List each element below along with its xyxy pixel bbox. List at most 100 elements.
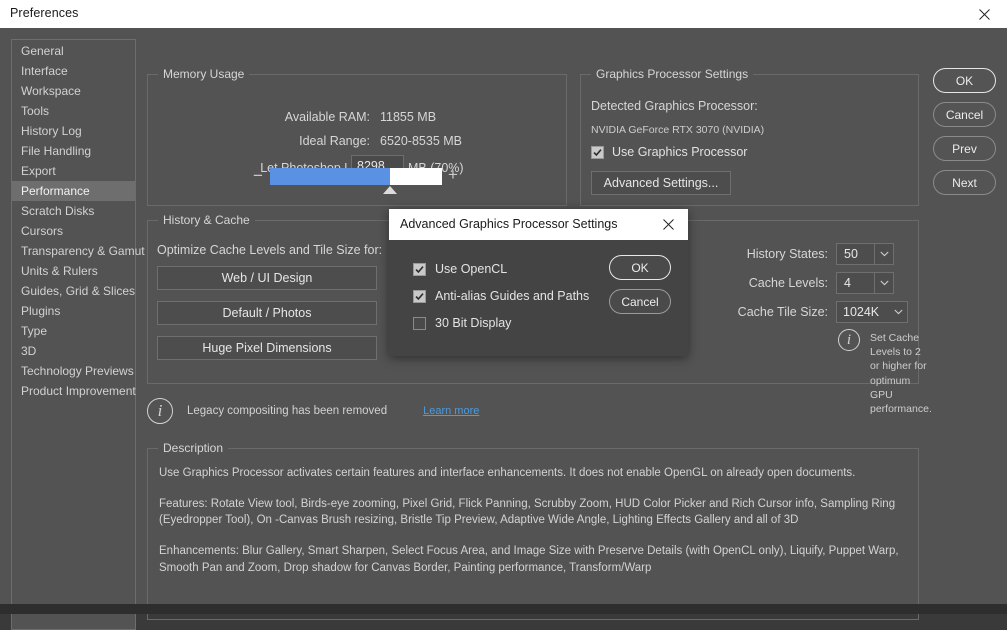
- description-group: Description Use Graphics Processor activ…: [147, 441, 919, 620]
- chevron-down-icon: [874, 244, 893, 264]
- learn-more-link[interactable]: Learn more: [423, 405, 479, 417]
- advanced-graphics-processor-settings-dialog: Advanced Graphics Processor Settings Use…: [389, 209, 688, 356]
- sidebar-item-label: Scratch Disks: [21, 204, 95, 218]
- sidebar-item-label: History Log: [21, 124, 82, 138]
- sidebar-item-label: Type: [21, 324, 48, 338]
- cache-tile-size-select[interactable]: 1024K: [836, 301, 908, 323]
- sidebar-item-workspace[interactable]: Workspace: [12, 81, 135, 101]
- cache-levels-value: 4: [844, 276, 851, 290]
- modal-titlebar: Advanced Graphics Processor Settings: [389, 209, 688, 240]
- cache-tile-size-label: Cache Tile Size:: [737, 305, 828, 319]
- cancel-button[interactable]: Cancel: [933, 102, 996, 127]
- description-paragraph: Enhancements: Blur Gallery, Smart Sharpe…: [159, 545, 899, 574]
- sidebar-item-cursors[interactable]: Cursors: [12, 221, 135, 241]
- anti-alias-guides-label: Anti-alias Guides and Paths: [435, 289, 590, 303]
- sidebar-item-type[interactable]: Type: [12, 321, 135, 341]
- use-graphics-processor-label: Use Graphics Processor: [612, 145, 748, 159]
- sidebar-item-label: Product Improvement: [21, 384, 136, 398]
- preset-web-ui-design-button[interactable]: Web / UI Design: [157, 266, 377, 290]
- legacy-compositing-text: Legacy compositing has been removed: [187, 405, 388, 417]
- memory-usage-group-title: Memory Usage: [158, 67, 250, 81]
- sidebar-item-label: Transparency & Gamut: [21, 244, 145, 258]
- sidebar-item-label: Cursors: [21, 224, 64, 238]
- unchecked-box-icon: [413, 316, 426, 330]
- modal-cancel-button[interactable]: Cancel: [609, 289, 671, 314]
- dialog-body: General Interface Workspace Tools History Lo…: [0, 28, 1007, 630]
- memory-usage-group: Memory Usage Available RAM: 11855 MB Ide…: [147, 67, 567, 206]
- window-titlebar: Preferences: [0, 0, 1007, 29]
- sidebar-item-label: Workspace: [21, 84, 81, 98]
- sidebar-item-product-improvement[interactable]: Product Improvement: [12, 381, 136, 401]
- sidebar-item-label: Units & Rulers: [21, 264, 98, 278]
- use-opencl-checkbox[interactable]: Use OpenCL: [413, 262, 507, 276]
- cache-tile-size-value: 1024K: [843, 305, 880, 319]
- close-icon[interactable]: [648, 209, 688, 240]
- checkmark-icon: [413, 289, 426, 303]
- sidebar-item-scratch-disks[interactable]: Scratch Disks: [12, 201, 135, 221]
- graphics-processor-group-title: Graphics Processor Settings: [591, 67, 754, 81]
- use-graphics-processor-checkbox[interactable]: Use Graphics Processor: [591, 145, 747, 159]
- sidebar-item-label: File Handling: [21, 144, 92, 158]
- sidebar-item-3d[interactable]: 3D: [12, 341, 135, 361]
- memory-slider-increase-button[interactable]: +: [448, 166, 458, 183]
- cache-levels-note-text: Set Cache Levels to 2 or higher for opti…: [870, 332, 932, 415]
- cache-levels-note: i Set Cache Levels to 2 or higher for op…: [838, 329, 932, 416]
- sidebar-item-units-rulers[interactable]: Units & Rulers: [12, 261, 135, 281]
- cache-levels-select[interactable]: 4: [836, 272, 894, 294]
- modal-title: Advanced Graphics Processor Settings: [400, 217, 618, 231]
- modal-body: Use OpenCL Anti-alias Guides and Paths 3…: [389, 240, 688, 356]
- sidebar-item-history-log[interactable]: History Log: [12, 121, 135, 141]
- memory-slider[interactable]: [270, 168, 442, 194]
- sidebar-item-tools[interactable]: Tools: [12, 101, 135, 121]
- history-states-select[interactable]: 50: [836, 243, 894, 265]
- sidebar-item-label: General: [21, 44, 64, 58]
- description-paragraph: Features: Rotate View tool, Birds-eye zo…: [159, 497, 896, 527]
- description-text: Use Graphics Processor activates certain…: [159, 465, 905, 590]
- ideal-range-value: 6520-8535 MB: [380, 134, 463, 148]
- chevron-down-icon: [889, 309, 907, 315]
- available-ram-label: Available RAM:: [284, 110, 370, 124]
- sidebar-item-file-handling[interactable]: File Handling: [12, 141, 135, 161]
- close-icon[interactable]: [961, 0, 1007, 28]
- sidebar-item-export[interactable]: Export: [12, 161, 135, 181]
- 30-bit-display-checkbox[interactable]: 30 Bit Display: [413, 316, 511, 330]
- memory-slider-decrease-button[interactable]: −: [253, 167, 263, 184]
- window-title: Preferences: [10, 6, 79, 20]
- chevron-down-icon: [874, 273, 893, 293]
- history-states-label: History States:: [746, 247, 828, 261]
- sidebar-item-general[interactable]: General: [12, 41, 135, 61]
- sidebar-item-performance[interactable]: Performance: [12, 181, 135, 201]
- bottom-strip: [0, 604, 1007, 614]
- description-paragraph: Use Graphics Processor activates certain…: [159, 467, 856, 479]
- preset-default-photos-button[interactable]: Default / Photos: [157, 301, 377, 325]
- sidebar-item-technology-previews[interactable]: Technology Previews: [12, 361, 135, 381]
- sidebar-item-interface[interactable]: Interface: [12, 61, 135, 81]
- prev-button[interactable]: Prev: [933, 136, 996, 161]
- preset-huge-pixel-dimensions-button[interactable]: Huge Pixel Dimensions: [157, 336, 377, 360]
- history-cache-group-title: History & Cache: [158, 213, 255, 227]
- advanced-settings-button[interactable]: Advanced Settings...: [591, 171, 731, 195]
- sidebar-item-guides-grid-slices[interactable]: Guides, Grid & Slices: [12, 281, 135, 301]
- sidebar-item-transparency-gamut[interactable]: Transparency & Gamut: [12, 241, 145, 261]
- preferences-window: Preferences General Interface Workspace Too…: [0, 0, 1007, 630]
- sidebar-item-label: Plugins: [21, 304, 61, 318]
- sidebar-item-label: Technology Previews: [21, 364, 134, 378]
- use-opencl-label: Use OpenCL: [435, 262, 508, 276]
- modal-ok-button[interactable]: OK: [609, 255, 671, 280]
- ideal-range-label: Ideal Range:: [299, 134, 370, 148]
- detected-gpu-label: Detected Graphics Processor:: [591, 99, 758, 113]
- next-button[interactable]: Next: [933, 170, 996, 195]
- sidebar-item-plugins[interactable]: Plugins: [12, 301, 135, 321]
- available-ram-value: 11855 MB: [380, 110, 437, 124]
- anti-alias-guides-checkbox[interactable]: Anti-alias Guides and Paths: [413, 289, 589, 303]
- detected-gpu-value: NVIDIA GeForce RTX 3070 (NVIDIA): [591, 124, 765, 136]
- info-icon: i: [147, 398, 173, 424]
- optimize-cache-label: Optimize Cache Levels and Tile Size for:: [157, 243, 383, 257]
- sidebar-item-label: Interface: [21, 64, 68, 78]
- memory-slider-fill: [270, 168, 391, 185]
- sidebar-item-label: 3D: [21, 344, 37, 358]
- preferences-sidebar: General Interface Workspace Tools History Lo…: [11, 39, 145, 630]
- memory-slider-thumb[interactable]: [383, 186, 398, 194]
- ok-button[interactable]: OK: [933, 68, 996, 93]
- history-states-value: 50: [844, 247, 858, 261]
